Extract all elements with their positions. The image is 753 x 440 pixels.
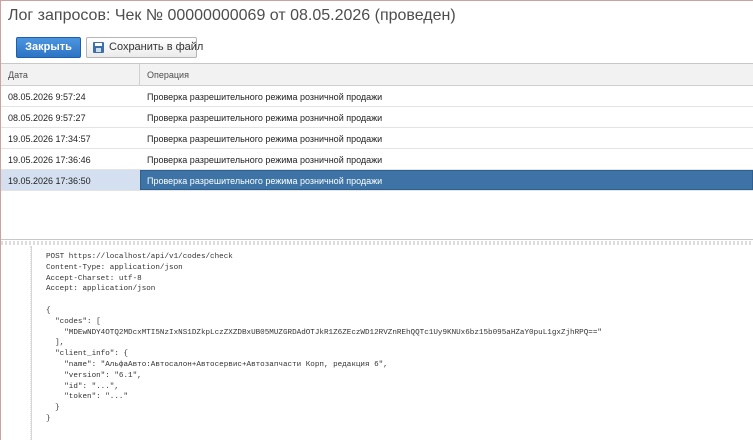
- page-title: Лог запросов: Чек № 00000000069 от 08.05…: [8, 7, 456, 24]
- save-to-file-label: Сохранить в файл: [109, 41, 204, 53]
- table-row[interactable]: 08.05.2026 9:57:27 Проверка разрешительн…: [1, 107, 753, 128]
- row-date: 19.05.2026 17:34:57: [8, 134, 91, 144]
- table-row[interactable]: 08.05.2026 9:57:24 Проверка разрешительн…: [1, 86, 753, 107]
- table-header: Дата Операция: [1, 64, 753, 86]
- column-header-operation[interactable]: Операция: [147, 70, 189, 80]
- request-log-table[interactable]: Дата Операция 08.05.2026 9:57:24 Проверк…: [1, 63, 753, 240]
- table-row[interactable]: 19.05.2026 17:34:57 Проверка разрешитель…: [1, 128, 753, 149]
- floppy-disk-icon: [93, 42, 104, 53]
- row-operation: Проверка разрешительного режима рознично…: [147, 155, 383, 165]
- column-header-date[interactable]: Дата: [8, 70, 28, 80]
- row-date: 08.05.2026 9:57:24: [8, 92, 86, 102]
- pane-splitter[interactable]: [1, 241, 753, 245]
- code-gutter: [10, 246, 31, 440]
- request-body-text: POST https://localhost/api/v1/codes/chec…: [46, 253, 602, 423]
- column-divider: [139, 64, 140, 86]
- row-date: 19.05.2026 17:36:46: [8, 155, 91, 165]
- close-button[interactable]: Закрыть: [16, 37, 81, 58]
- row-operation: Проверка разрешительного режима рознично…: [147, 113, 383, 123]
- row-date: 19.05.2026 17:36:50: [8, 176, 91, 186]
- request-body-viewer[interactable]: POST https://localhost/api/v1/codes/chec…: [31, 246, 753, 440]
- row-operation: Проверка разрешительного режима рознично…: [147, 134, 383, 144]
- table-row[interactable]: 19.05.2026 17:36:46 Проверка разрешитель…: [1, 149, 753, 170]
- row-operation: Проверка разрешительного режима рознично…: [147, 92, 383, 102]
- row-operation: Проверка разрешительного режима рознично…: [147, 176, 383, 186]
- table-row-selected[interactable]: 19.05.2026 17:36:50 Проверка разрешитель…: [1, 170, 753, 191]
- save-to-file-button[interactable]: Сохранить в файл: [86, 37, 203, 58]
- row-date: 08.05.2026 9:57:27: [8, 113, 86, 123]
